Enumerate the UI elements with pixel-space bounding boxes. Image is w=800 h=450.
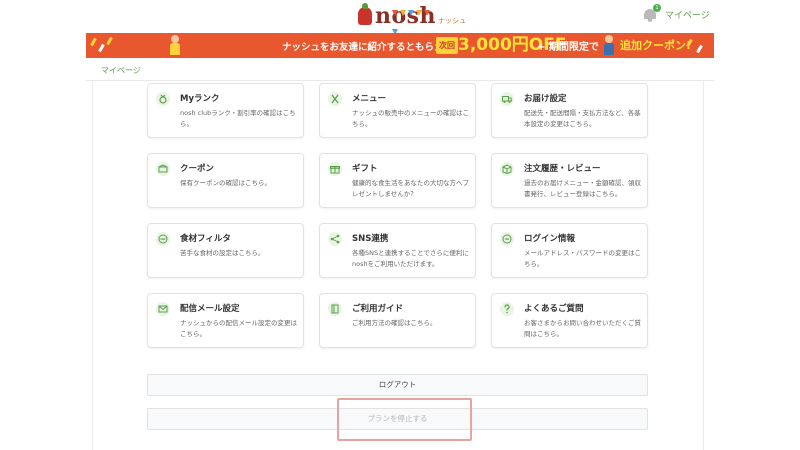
lock-icon — [500, 232, 514, 246]
fork-knife-icon — [328, 92, 342, 106]
confetti-icon — [90, 36, 116, 56]
card-menu[interactable]: メニュー ナッシュの販売中のメニューの確認はこちら。 — [319, 83, 476, 138]
referral-banner[interactable]: ナッシュをお友達に紹介するともらえる！ 次回 3,000円OFF + 期間限定で… — [86, 33, 714, 58]
tomato-icon — [358, 3, 372, 25]
medal-icon — [156, 92, 170, 106]
card-gift[interactable]: ギフト 健康的な食生活をあなたの大切な方へプレゼントしませんか？ — [319, 153, 476, 208]
card-login-info[interactable]: ログイン情報 メールアドレス・パスワードの変更はこちら。 — [491, 223, 648, 278]
card-title: クーポン — [180, 164, 215, 174]
card-title: よくあるご質問 — [524, 304, 584, 314]
card-description: ナッシュからの配信メール設定の変更はこちら。 — [180, 319, 297, 338]
card-title: Myランク — [180, 94, 220, 104]
card-user-guide[interactable]: ご利用ガイド ご利用方法の確認はこちら。 — [319, 293, 476, 348]
card-description: 配送先・配送間隔・支払方法など、各基本設定の変更はこちら。 — [524, 109, 641, 128]
card-title: お届け設定 — [524, 94, 567, 104]
card-faq[interactable]: よくあるご質問 お客さまからお問い合わせいただくご質問はこちら。 — [491, 293, 648, 348]
card-description: お客さまからお問い合わせいただくご質問はこちら。 — [524, 319, 641, 338]
card-description: nosh clubランク・割引率の確認はこちら。 — [180, 109, 296, 128]
truck-icon — [500, 92, 514, 106]
card-title: 配信メール設定 — [180, 304, 240, 314]
banner-coupon-text: 追加クーポン! — [620, 39, 692, 52]
card-title: 注文履歴・レビュー — [524, 164, 601, 174]
card-ingredient-filter[interactable]: 食材フィルタ 苦手な食材の設定はこちら。 — [147, 223, 304, 278]
card-title: ギフト — [352, 164, 378, 174]
coupon-icon — [156, 162, 170, 176]
card-title: メニュー — [352, 94, 387, 104]
notification-badge: 1 — [653, 4, 661, 12]
logout-button[interactable]: ログアウト — [147, 374, 648, 396]
card-description: ナッシュの販売中のメニューの確認はこちら。 — [352, 109, 469, 128]
site-header: nosh ナッシュ 1 マイページ — [0, 0, 800, 35]
box-icon — [500, 162, 514, 176]
card-sns-link[interactable]: SNS連携 各種SNSと連携することでさらに便利にnoshをご利用いただけます。 — [319, 223, 476, 278]
bunting-decoration — [392, 1, 438, 35]
notification-bell-icon[interactable]: 1 — [643, 4, 661, 22]
mail-icon — [156, 302, 170, 316]
card-title: ご利用ガイド — [352, 304, 404, 314]
card-title: SNS連携 — [352, 234, 389, 244]
book-icon — [328, 302, 342, 316]
card-title: ログイン情報 — [524, 234, 576, 244]
card-mail-settings[interactable]: 配信メール設定 ナッシュからの配信メール設定の変更はこちら。 — [147, 293, 304, 348]
share-icon — [328, 232, 342, 246]
person-cheering-icon — [602, 35, 616, 57]
card-coupon[interactable]: クーポン 保有クーポンの確認はこちら。 — [147, 153, 304, 208]
card-delivery-settings[interactable]: お届け設定 配送先・配送間隔・支払方法など、各基本設定の変更はこちら。 — [491, 83, 648, 138]
card-my-rank[interactable]: Myランク nosh clubランク・割引率の確認はこちら。 — [147, 83, 304, 138]
person-cheering-icon — [168, 35, 182, 57]
card-description: 保有クーポンの確認はこちら。 — [180, 179, 271, 187]
confetti-icon — [686, 36, 710, 56]
logo-subtext: ナッシュ — [438, 17, 467, 25]
card-description: 各種SNSと連携することでさらに便利にnoshをご利用いただけます。 — [352, 249, 469, 268]
banner-next-badge: 次回 — [436, 37, 458, 54]
question-icon — [500, 302, 514, 316]
card-order-history[interactable]: 注文履歴・レビュー 過去のお届けメニュー・金額確認、領収書発行、レビュー登録はこ… — [491, 153, 648, 208]
filter-icon — [156, 232, 170, 246]
card-description: 苦手な食材の設定はこちら。 — [180, 249, 265, 257]
card-description: メールアドレス・パスワードの変更はこちら。 — [524, 249, 641, 268]
mypage-link[interactable]: マイページ — [665, 8, 710, 21]
highlight-box — [337, 398, 472, 441]
card-description: ご利用方法の確認はこちら。 — [352, 319, 437, 327]
card-description: 健康的な食生活をあなたの大切な方へプレゼントしませんか？ — [352, 179, 469, 198]
card-title: 食材フィルタ — [180, 234, 231, 244]
breadcrumb[interactable]: マイページ — [101, 65, 141, 76]
gift-icon — [328, 162, 342, 176]
card-description: 過去のお届けメニュー・金額確認、領収書発行、レビュー登録はこちら。 — [524, 179, 641, 198]
banner-plus-text: + 期間限定で — [537, 42, 599, 53]
